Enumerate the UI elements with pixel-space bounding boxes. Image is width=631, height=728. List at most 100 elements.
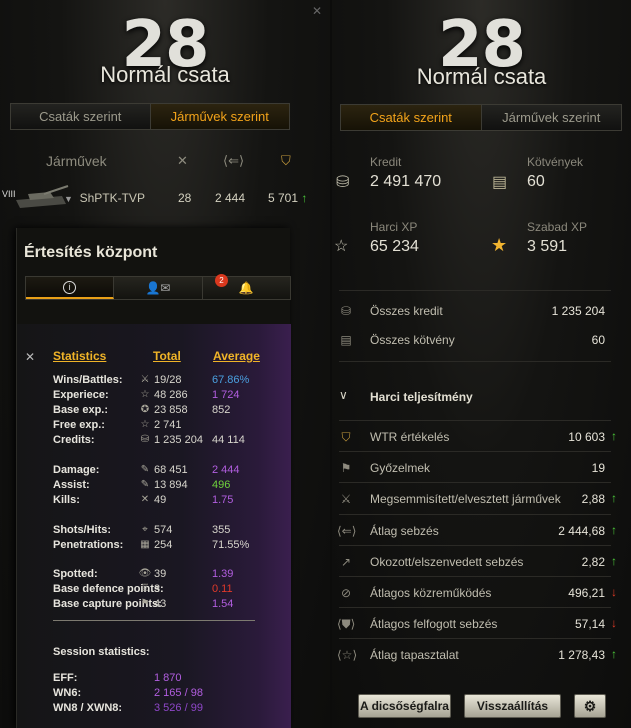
perf-icon: ⚔ <box>340 492 352 506</box>
stat-icon: ⚑ <box>140 598 150 609</box>
stat-total: 1 235 204 <box>154 434 203 446</box>
left-view-tabs: Csaták szerint Járművek szerint <box>10 103 290 130</box>
vehicle-name: ▼ ShPTK-TVP <box>64 191 145 205</box>
battle-xp-star-icon: ☆ <box>334 238 349 255</box>
perf-icon: ⛉ <box>341 430 351 444</box>
crossed-guns-icon: ✕ <box>25 350 36 364</box>
vehicle-row[interactable]: VIII ▼ ShPTK-TVP 28 2 444 5 701 ↑ <box>0 180 330 216</box>
battle-results-screen: 28 Normál csata ✕ Csaták szerint Járműve… <box>0 0 631 728</box>
stat-label: Free exp.: <box>53 419 105 431</box>
free-xp-star-icon: ★ <box>491 235 508 255</box>
collapse-chevron-icon[interactable]: ∨ <box>339 388 348 402</box>
session-label: EFF: <box>53 672 78 684</box>
battle-mode-title: Normál csata <box>100 62 230 87</box>
session-value: 1 870 <box>154 672 182 684</box>
expand-chevron-icon: ▼ <box>64 194 73 204</box>
stat-label: Spotted: <box>53 568 98 580</box>
notification-title: Értesítés központ <box>24 244 158 261</box>
divider <box>339 361 611 362</box>
trend-arrow-icon: ↓ <box>611 616 617 630</box>
tab-by-vehicles-right[interactable]: Járművek szerint <box>481 105 621 130</box>
perf-value: 10 603 <box>568 430 605 444</box>
stat-total: 68 451 <box>154 464 188 476</box>
stat-average: 852 <box>212 404 231 416</box>
invite-icon: 👤✉ <box>145 281 171 295</box>
total-bonds-label: Összes kötvény <box>370 333 455 347</box>
credits-icon: ⛁ <box>336 174 350 191</box>
perf-value: 1 278,43 <box>558 648 605 662</box>
stat-label: Shots/Hits: <box>53 524 112 536</box>
perf-value: 2,88 <box>581 492 605 506</box>
perf-label: Átlagos közreműködés <box>370 586 492 600</box>
tab-alerts[interactable]: 🔔 2 <box>202 274 290 299</box>
perf-label: WTR értékelés <box>370 430 450 444</box>
stat-label: Experiece: <box>53 389 109 401</box>
stat-label: Credits: <box>53 434 95 446</box>
stat-label: Penetrations: <box>53 539 124 551</box>
szabad-xp-label: Szabad XP <box>527 220 588 234</box>
bonds-small-icon: ▤ <box>340 333 352 347</box>
trend-arrow-icon: ↑ <box>611 523 617 537</box>
stat-average: 355 <box>212 524 231 536</box>
right-view-tabs: Csaták szerint Járművek szerint <box>340 104 622 131</box>
stat-icon: ⚔ <box>140 374 150 385</box>
divider <box>339 545 611 546</box>
stat-label: Damage: <box>53 464 100 476</box>
reset-button[interactable]: Visszaállítás <box>464 694 561 718</box>
divider <box>53 620 255 621</box>
perf-value: 2,82 <box>581 555 605 569</box>
stat-icon: ▦ <box>140 539 150 550</box>
total-credits-value: 1 235 204 <box>551 304 605 318</box>
perf-label: Átlag sebzés <box>370 524 439 538</box>
info-icon: i <box>63 280 77 294</box>
vehicles-header: Járművek <box>46 153 107 169</box>
tab-by-battles-right[interactable]: Csaták szerint <box>341 105 482 130</box>
stat-icon: ⌖ <box>142 524 148 535</box>
harci-xp-value: 65 234 <box>370 238 419 255</box>
statistics-header: Statistics <box>53 349 107 363</box>
session-statistics-panel: ✕ Statistics Total Average Wins/Battles:… <box>17 324 291 728</box>
stat-average: 2 444 <box>212 464 240 476</box>
bell-icon: 🔔 <box>238 281 254 295</box>
stat-label: Wins/Battles: <box>53 374 123 386</box>
tab-invites[interactable]: 👤✉ <box>114 277 203 299</box>
stat-average: 1 724 <box>212 389 240 401</box>
kredit-value: 2 491 470 <box>370 173 442 190</box>
harci-xp-label: Harci XP <box>370 220 418 234</box>
perf-icon: ⟨☆⟩ <box>337 648 358 662</box>
kredit-label: Kredit <box>370 155 402 169</box>
tab-by-battles[interactable]: Csaták szerint <box>11 104 151 129</box>
stat-average: 1.75 <box>212 494 234 506</box>
stat-icon: 👁 <box>138 568 152 579</box>
glory-wall-button[interactable]: A dicsőségfalra <box>358 694 451 718</box>
kotveny-label: Kötvények <box>527 155 584 169</box>
stat-label: Kills: <box>53 494 80 506</box>
stat-icon: ♖ <box>140 583 150 594</box>
perf-icon: ⚑ <box>340 461 352 475</box>
vehicle-battles: 28 <box>178 191 192 205</box>
tab-by-vehicles[interactable]: Járművek szerint <box>150 104 289 129</box>
divider <box>339 576 611 577</box>
stat-average: 0.11 <box>212 583 233 595</box>
battle-mode-title-right: Normál csata <box>416 64 547 89</box>
damage-column-icon: ⟨⇐⟩ <box>223 153 245 168</box>
stat-average: 44 114 <box>212 434 245 446</box>
perf-icon: ⟨⛊⟩ <box>337 617 356 631</box>
stat-label: Base exp.: <box>53 404 109 416</box>
divider <box>339 514 611 515</box>
tab-info[interactable]: i <box>26 277 115 299</box>
perf-label: Okozott/elszenvedett sebzés <box>370 555 524 569</box>
tank-icon <box>16 185 69 208</box>
szabad-xp-value: 3 591 <box>527 238 568 255</box>
close-icon[interactable]: ✕ <box>312 4 322 18</box>
stat-icon: ☆ <box>140 389 150 400</box>
vehicle-wtr: 5 701 ↑ <box>268 191 308 205</box>
divider <box>339 451 611 452</box>
divider <box>339 420 611 421</box>
session-value: 2 165 / 98 <box>154 687 203 699</box>
stat-total: 23 858 <box>154 404 188 416</box>
settings-gear-icon[interactable]: ⚙ <box>574 694 606 718</box>
stat-total: 13 894 <box>154 479 188 491</box>
perf-icon: ↗ <box>340 555 352 569</box>
trend-arrow-icon: ↓ <box>611 585 617 599</box>
